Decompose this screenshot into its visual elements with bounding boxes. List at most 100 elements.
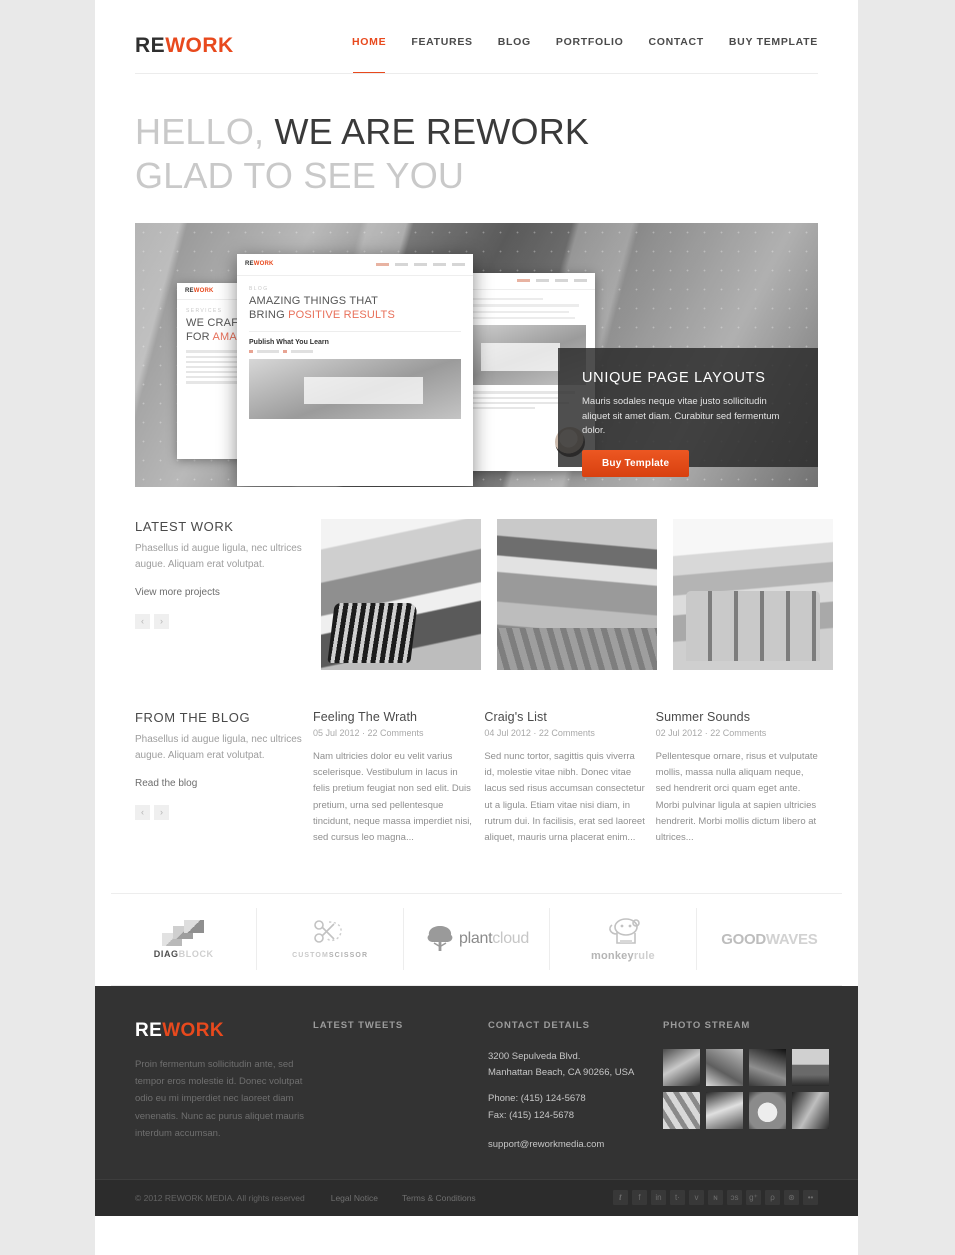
site-container: REWORK HOME FEATURES BLOG PORTFOLIO CONT… (95, 0, 858, 1255)
photo-stream-thumb[interactable] (706, 1048, 743, 1086)
blog-section-description: Phasellus id augue ligula, nec ultrices … (135, 733, 302, 762)
client-logo-plantcloud[interactable]: plantcloud (404, 908, 551, 971)
tumblr-icon[interactable]: t· (670, 1190, 685, 1206)
tree-icon (427, 926, 453, 952)
latest-work-thumbnails (321, 518, 833, 670)
mockup-front-subheading: Publish What You Learn (249, 339, 329, 347)
footer-phone: Phone: (415) 124-5678 (488, 1093, 586, 1105)
monkey-icon (609, 917, 640, 944)
footer-about-text: Proin fermentum sollicitudin ante, sed t… (135, 1058, 304, 1139)
latest-work-row: LATEST WORK Phasellus id augue ligula, n… (135, 518, 833, 670)
googleplus-icon[interactable]: g⁺ (746, 1190, 761, 1206)
footer-logo[interactable]: REWORK (135, 1020, 313, 1042)
vimeo-icon[interactable]: v (689, 1190, 704, 1206)
blog-post-meta: 05 Jul 2012 · 22 Comments (313, 727, 424, 738)
work-thumb-car-front[interactable] (321, 518, 481, 670)
rss-icon[interactable]: ɴ (708, 1190, 723, 1206)
client-logo-diagblock[interactable]: DIAGBLOCK (111, 908, 258, 971)
client-name: monkeyrule (591, 949, 655, 962)
blog-post-excerpt: Nam ultricies dolor eu velit varius scel… (313, 750, 472, 844)
header-divider (135, 73, 818, 74)
mockup-front-heading-l2: BRING (249, 308, 289, 321)
latest-work-description: Phasellus id augue ligula, nec ultrices … (135, 542, 302, 571)
photo-stream-grid (663, 1048, 829, 1129)
mockup-front-logo-work: WORK (253, 261, 274, 268)
nav-item-buy-template[interactable]: BUY TEMPLATE (729, 36, 818, 50)
main-navigation: HOME FEATURES BLOG PORTFOLIO CONTACT BUY… (352, 36, 818, 74)
blog-post-title[interactable]: Summer Sounds (656, 710, 818, 724)
blog-row: FROM THE BLOG Phasellus id augue ligula,… (135, 710, 818, 847)
mockup-front-bar: REWORK (237, 254, 473, 276)
nav-item-home[interactable]: HOME (352, 36, 386, 74)
site-logo[interactable]: REWORK (135, 34, 234, 58)
page-root: REWORK HOME FEATURES BLOG PORTFOLIO CONT… (0, 0, 955, 1255)
photo-stream-thumb[interactable] (749, 1091, 786, 1129)
latest-work-section: LATEST WORK Phasellus id augue ligula, n… (95, 518, 858, 670)
twitter-icon[interactable]: 𝒕 (613, 1190, 628, 1206)
footer-legal-links: Legal Notice Terms & Conditions (331, 1193, 476, 1203)
blog-post-excerpt: Pellentesque ornare, risus et vulputate … (655, 750, 818, 844)
nav-item-blog[interactable]: BLOG (498, 36, 531, 50)
photo-stream-thumb[interactable] (749, 1048, 786, 1086)
latest-work-next-button[interactable]: › (154, 613, 169, 629)
photo-stream-thumb[interactable] (792, 1048, 829, 1086)
slider-mockup-front: REWORK BLOG AMAZING THINGS THAT BRING PO… (237, 253, 473, 486)
mockup-front-nav (376, 262, 465, 266)
read-the-blog-link[interactable]: Read the blog (135, 778, 197, 789)
mockup-left-heading-l2-accent: AMA (212, 330, 237, 343)
logo-text-work: WORK (165, 34, 234, 57)
mockup-front-heading: AMAZING THINGS THAT BRING POSITIVE RESUL… (249, 295, 461, 323)
flickr-icon[interactable]: •• (803, 1190, 818, 1206)
photo-stream-thumb[interactable] (792, 1091, 829, 1129)
mockup-right-nav (517, 279, 587, 283)
blog-next-button[interactable]: › (154, 804, 169, 820)
footer-email-link[interactable]: support@reworkmedia.com (488, 1139, 604, 1150)
blog-post-title[interactable]: Feeling The Wrath (313, 710, 475, 724)
pinterest-icon[interactable]: ρ (765, 1190, 780, 1206)
lastfm-icon[interactable]: ɔs (727, 1190, 742, 1206)
nav-item-contact[interactable]: CONTACT (648, 36, 703, 50)
dribbble-icon[interactable]: ⊛ (784, 1190, 799, 1206)
client-logos-strip: DIAGBLOCK CUSTOMSCISSOR plantcloud monke… (111, 892, 842, 986)
photo-stream-thumb[interactable] (706, 1091, 743, 1129)
hero-line2: GLAD TO SEE YOU (135, 154, 465, 196)
mockup-left-heading-l2: FOR (186, 330, 213, 343)
photo-stream-thumb[interactable] (663, 1048, 700, 1086)
client-logo-customscissor[interactable]: CUSTOMSCISSOR (257, 908, 404, 971)
facebook-icon[interactable]: f (632, 1190, 647, 1206)
copyright-text: © 2012 REWORK MEDIA. All rights reserved (135, 1192, 305, 1203)
work-thumb-car-row[interactable] (497, 518, 657, 670)
blog-section-title: FROM THE BLOG (135, 709, 251, 725)
client-name: DIAGBLOCK (153, 948, 214, 959)
mockup-front-heading-l1: AMAZING THINGS THAT (249, 294, 379, 307)
client-name: plantcloud (459, 930, 529, 948)
mockup-left-heading-l1: WE CRAF (186, 316, 239, 329)
linkedin-icon[interactable]: in (651, 1190, 666, 1206)
footer-logo-work: WORK (162, 1019, 224, 1041)
client-logo-goodwaves[interactable]: GOODWAVES (697, 908, 842, 970)
blog-post-item: Craig's List 04 Jul 2012 · 22 Comments S… (484, 710, 646, 847)
nav-item-features[interactable]: FEATURES (411, 36, 472, 50)
footer-photostream-heading: PHOTO STREAM (663, 1019, 751, 1031)
work-thumb-plane-interior[interactable] (673, 518, 833, 670)
mockup-front-meta (249, 350, 461, 353)
client-logo-monkeyrule[interactable]: monkeyrule (550, 908, 697, 971)
blog-intro: FROM THE BLOG Phasellus id augue ligula,… (135, 710, 313, 847)
legal-notice-link[interactable]: Legal Notice (331, 1193, 378, 1203)
terms-conditions-link[interactable]: Terms & Conditions (402, 1193, 476, 1203)
mockup-front-divider (249, 331, 461, 333)
photo-stream-thumb[interactable] (663, 1091, 700, 1129)
blog-post-meta: 04 Jul 2012 · 22 Comments (484, 727, 595, 738)
view-more-projects-link[interactable]: View more projects (135, 587, 220, 598)
footer-tweets-column: LATEST TWEETS (313, 1020, 488, 1179)
site-footer: REWORK Proin fermentum sollicitudin ante… (95, 985, 858, 1179)
hero-slider[interactable]: REWORK SERVICES WE CRAF FOR AMA REWORK B… (135, 222, 818, 487)
footer-photostream-column: PHOTO STREAM (663, 1020, 829, 1179)
hero-line1-light: HELLO, (135, 111, 265, 152)
blog-prev-button[interactable]: ‹ (135, 804, 150, 820)
footer-contact-column: CONTACT DETAILS 3200 Sepulveda Blvd. Man… (488, 1020, 663, 1179)
nav-item-portfolio[interactable]: PORTFOLIO (556, 36, 624, 50)
blog-post-title[interactable]: Craig's List (484, 710, 646, 724)
latest-work-prev-button[interactable]: ‹ (135, 613, 150, 629)
buy-template-button[interactable]: Buy Template (582, 449, 690, 477)
